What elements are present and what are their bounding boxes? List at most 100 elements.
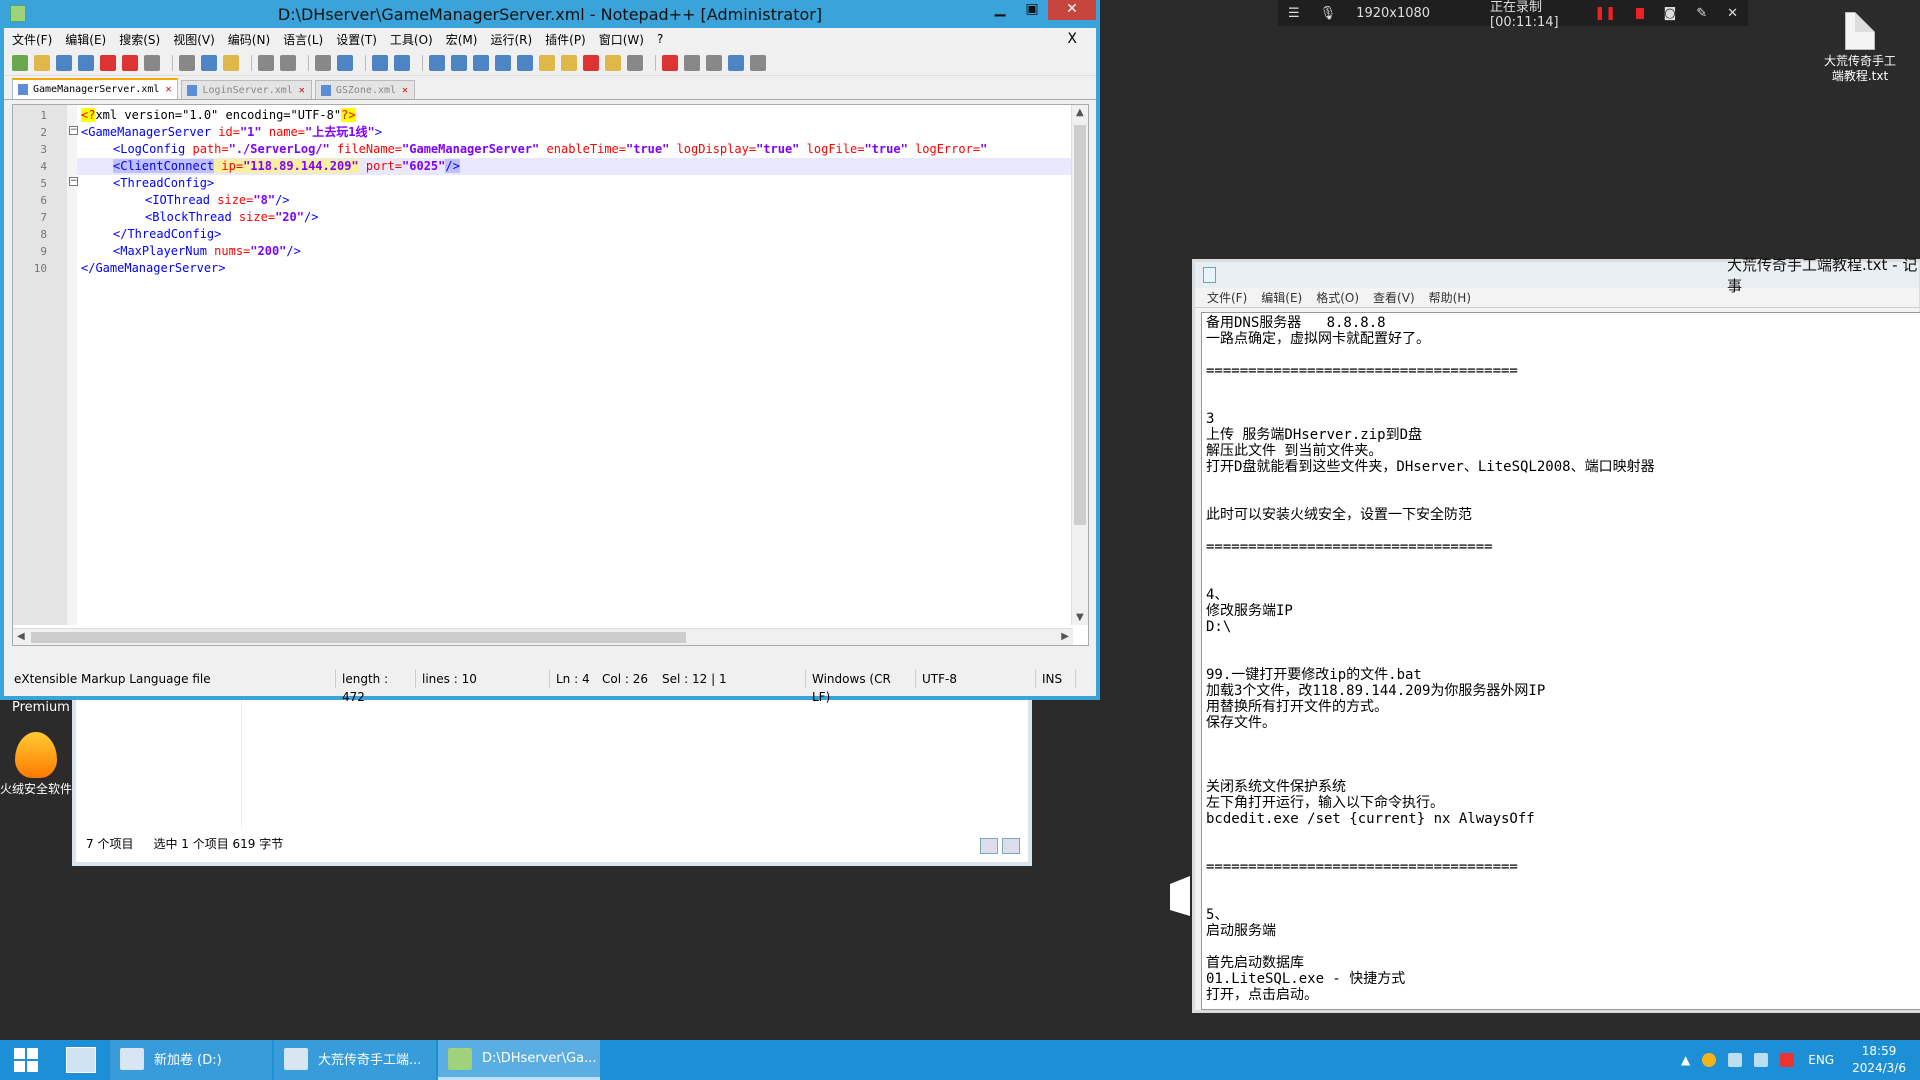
notepad-title-bar[interactable]: 大荒传奇手工端教程.txt - 记事 [1195,256,1919,295]
clock[interactable]: 18:59 2024/3/6 [1852,1043,1906,1077]
folder-workspace-icon[interactable] [605,54,621,71]
replace-icon[interactable] [337,54,353,71]
save-macro-icon[interactable] [750,54,766,71]
stop-macro-icon[interactable] [684,54,700,71]
minimize-button[interactable]: ▁ [984,0,1016,20]
word-wrap-icon[interactable] [473,54,489,71]
function-list-icon[interactable] [583,54,599,71]
sync-vertical-icon[interactable] [429,54,445,71]
menu-edit[interactable]: 编辑(E) [1261,289,1302,306]
scroll-down-icon[interactable]: ▼ [1076,612,1084,623]
run-macro-multiple-icon[interactable] [728,54,744,71]
save-icon[interactable] [56,54,72,71]
zoom-in-icon[interactable] [372,54,388,71]
menu-file[interactable]: 文件(F) [12,31,52,48]
close-button[interactable]: ✕ [1048,0,1096,20]
menu-macro[interactable]: 宏(M) [446,31,478,48]
menu-tools[interactable]: 工具(O) [390,31,433,48]
close-document-button[interactable]: X [1067,31,1077,47]
volume-muted-icon[interactable] [1780,1053,1795,1067]
fold-toggle-icon[interactable]: − [69,126,78,135]
menu-plugins[interactable]: 插件(P) [545,31,586,48]
status-encoding[interactable]: UTF-8 [916,670,1036,688]
menu-search[interactable]: 搜索(S) [119,31,160,48]
server-manager-pin[interactable] [52,1040,110,1080]
status-eol[interactable]: Windows (CR LF) [806,670,916,704]
input-language[interactable]: ENG [1808,1053,1834,1067]
task-notepad-plus-plus[interactable]: D:\DHserver\Ga... [438,1040,600,1080]
find-icon[interactable] [315,54,331,71]
open-file-icon[interactable] [34,54,50,71]
details-view-icon[interactable] [980,838,998,854]
close-file-icon[interactable] [100,54,116,71]
record-macro-icon[interactable] [662,54,678,71]
zoom-out-icon[interactable] [394,54,410,71]
monitoring-icon[interactable] [627,54,643,71]
close-tab-icon[interactable]: ✕ [402,85,408,96]
menu-help[interactable]: 帮助(H) [1429,289,1471,306]
udl-icon[interactable] [539,54,555,71]
menu-settings[interactable]: 设置(T) [336,31,377,48]
camera-icon[interactable]: ◙ [1664,6,1677,21]
copy-icon[interactable] [201,54,217,71]
pen-icon[interactable]: ✎ [1696,6,1707,21]
code-editor[interactable]: 1 2 3 4 5 6 7 8 9 10 − − <?xml version="… [12,104,1089,646]
desktop-icon-huorong[interactable]: 火绒安全软件 [0,732,80,797]
close-tab-icon[interactable]: ✕ [165,84,171,95]
undo-icon[interactable] [258,54,274,71]
start-button[interactable] [0,1040,52,1080]
menu-icon[interactable]: ☰ [1288,6,1300,21]
xml-value: "GameManagerServer" [402,142,540,156]
mic-icon[interactable]: 🎙 [1320,6,1337,21]
menu-run[interactable]: 运行(R) [490,31,532,48]
vertical-scrollbar[interactable]: ▲ ▼ [1071,105,1088,625]
horizontal-scrollbar[interactable]: ◀ ▶ [13,628,1073,645]
npp-title-bar[interactable]: D:\DHserver\GameManagerServer.xml - Note… [4,0,1096,28]
menu-file[interactable]: 文件(F) [1207,289,1247,306]
tab-gamemanagerserver-xml[interactable]: GameManagerServer.xml ✕ [12,78,179,99]
network-icon[interactable] [1754,1053,1769,1067]
menu-window[interactable]: 窗口(W) [599,31,644,48]
show-all-chars-icon[interactable] [495,54,511,71]
maximize-button[interactable]: ▣ [1016,0,1048,20]
menu-view[interactable]: 视图(V) [173,31,215,48]
task-explorer-d[interactable]: 新加卷 (D:) [110,1040,272,1080]
action-center-flag-icon[interactable] [1728,1053,1743,1067]
task-notepad[interactable]: 大荒传奇手工端... [274,1040,436,1080]
close-all-icon[interactable] [122,54,138,71]
pause-icon[interactable]: ❚❚ [1594,6,1616,21]
menu-format[interactable]: 格式(O) [1316,289,1359,306]
show-hidden-icons-icon[interactable]: ▲ [1681,1053,1690,1067]
print-icon[interactable] [144,54,160,71]
scroll-left-icon[interactable]: ◀ [17,631,25,642]
scroll-thumb[interactable] [1074,125,1086,525]
fold-toggle-icon[interactable]: − [69,177,78,186]
menu-encoding[interactable]: 编码(N) [228,31,270,48]
paste-icon[interactable] [223,54,239,71]
close-tab-icon[interactable]: ✕ [299,85,305,96]
cut-icon[interactable] [179,54,195,71]
large-icons-view-icon[interactable] [1002,838,1020,854]
menu-language[interactable]: 语言(L) [283,31,323,48]
doc-map-icon[interactable] [561,54,577,71]
close-icon[interactable]: ✕ [1727,6,1738,21]
menu-help[interactable]: ? [657,32,663,46]
scroll-thumb[interactable] [31,632,686,643]
play-macro-icon[interactable] [706,54,722,71]
huorong-tray-icon[interactable] [1702,1053,1717,1067]
menu-edit[interactable]: 编辑(E) [65,31,106,48]
tab-loginserver-xml[interactable]: LoginServer.xml ✕ [181,80,312,99]
tab-gszone-xml[interactable]: GSZone.xml ✕ [314,80,416,99]
notepad-text-area[interactable]: 备用DNS服务器 8.8.8.8 一路点确定，虚拟网卡就配置好了。 ======… [1201,312,1920,1010]
stop-icon[interactable] [1636,7,1644,19]
new-file-icon[interactable] [12,54,28,71]
scroll-right-icon[interactable]: ▶ [1061,631,1069,642]
line-number: 8 [40,228,47,241]
scroll-up-icon[interactable]: ▲ [1076,107,1084,118]
save-all-icon[interactable] [78,54,94,71]
indent-guide-icon[interactable] [517,54,533,71]
sync-horizontal-icon[interactable] [451,54,467,71]
desktop-icon-tutorial-txt[interactable]: 大荒传奇手工 端教程.txt [1815,12,1905,84]
menu-view[interactable]: 查看(V) [1373,289,1415,306]
redo-icon[interactable] [280,54,296,71]
